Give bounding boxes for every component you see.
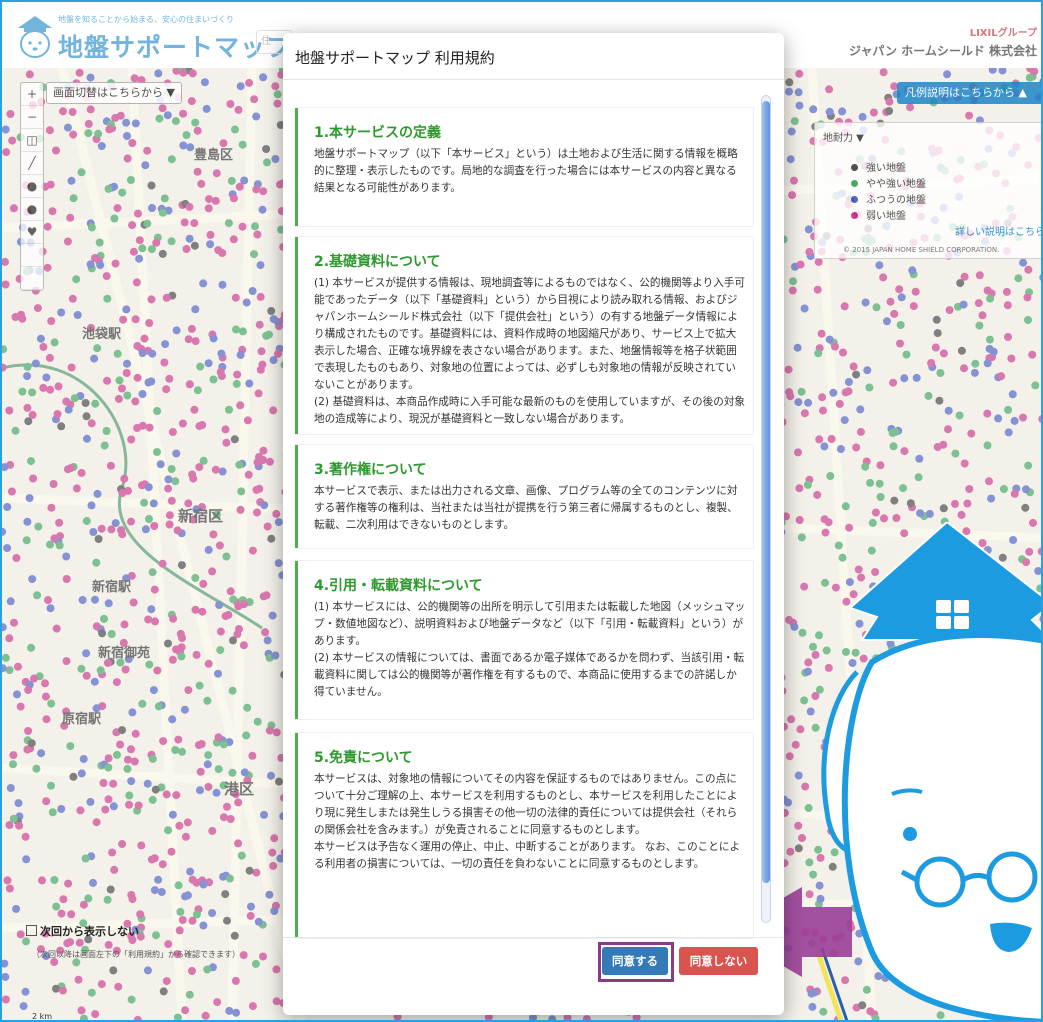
draw-line-icon[interactable]: ╱ — [21, 152, 43, 175]
section-heading: 3.著作権について — [314, 462, 427, 478]
section-body: (1) 本サービスには、公的機関等の出所を明示して引用または転載した地図（メッシ… — [314, 601, 746, 698]
section-heading: 4.引用・転載資料について — [314, 578, 483, 594]
map-scale: 2 km — [32, 1012, 53, 1021]
divider — [283, 937, 784, 938]
copyright: © 2015 JAPAN HOME SHIELD CORPORATION. — [843, 246, 1000, 254]
scrollbar-thumb[interactable] — [762, 101, 770, 883]
app-window: 池袋駅 新宿区 新宿駅 原宿駅 港区 豊島区 新宿御苑 + − ◫ ╱ ● ● … — [0, 0, 1043, 1022]
dont-show-again-checkbox[interactable]: 次回から表示しない — [26, 923, 139, 939]
terms-section: 5.免責について 本サービスは、対象地の情報についてその内容を保証するものではあ… — [295, 733, 753, 938]
trash-icon[interactable] — [21, 267, 43, 290]
terms-modal: 地盤サポートマップ 利用規約 1.本サービスの定義 地盤サポートマップ（以下「本… — [283, 33, 784, 1015]
map-switch-dropdown[interactable]: 画面切替はこちらから ▼ — [46, 82, 182, 104]
modal-title: 地盤サポートマップ 利用規約 — [295, 49, 495, 67]
legend-label: 強い地盤 — [866, 163, 906, 174]
agree-button[interactable]: 同意する — [602, 947, 668, 975]
zoom-out-button[interactable]: − — [21, 106, 43, 129]
marker-icon[interactable]: ● — [21, 198, 43, 221]
layer-icon[interactable]: ◫ — [21, 129, 43, 152]
edit-icon[interactable] — [21, 244, 43, 267]
legend-title[interactable]: 地耐力 ▼ — [823, 129, 864, 144]
section-heading: 1.本サービスの定義 — [314, 125, 442, 141]
section-body: 本サービスで表示、または出力される文章、画像、プログラム等の全てのコンテンツに対… — [314, 485, 738, 531]
location-icon[interactable]: ♥ — [21, 221, 43, 244]
legend-item: やや強い地盤 — [851, 175, 926, 190]
legend-label: やや強い地盤 — [866, 179, 926, 190]
dot-icon — [851, 212, 858, 219]
section-body: 本サービスは、対象地の情報についてその内容を保証するものではありません。この点に… — [314, 773, 741, 870]
map-toolbar: + − ◫ ╱ ● ● ♥ — [20, 82, 44, 291]
terms-scroll-area[interactable]: 1.本サービスの定義 地盤サポートマップ（以下「本サービス」という）は土地および… — [295, 93, 767, 955]
section-heading: 2.基礎資料について — [314, 254, 441, 270]
legend-more-link[interactable]: 詳しい説明はこちら — [955, 223, 1041, 238]
decline-button[interactable]: 同意しない — [679, 947, 758, 975]
terms-section: 3.著作権について 本サービスで表示、または出力される文章、画像、プログラム等の… — [295, 445, 753, 548]
zoom-in-button[interactable]: + — [21, 83, 43, 106]
section-body: 地盤サポートマップ（以下「本サービス」という）は土地および生活に関する情報を概略… — [314, 148, 738, 194]
legend-label: 弱い地盤 — [866, 211, 906, 222]
legend-toggle-button[interactable]: 凡例説明はこちらから ▲ — [897, 82, 1041, 104]
dot-icon — [851, 180, 858, 187]
divider — [283, 79, 784, 80]
terms-scrollbar[interactable] — [761, 95, 771, 923]
legend-panel: 地耐力 ▼ 強い地盤 やや強い地盤 ふつうの地盤 弱い地盤 詳しい説明はこちら … — [814, 122, 1041, 259]
section-heading: 5.免責について — [314, 750, 413, 766]
dot-icon — [851, 164, 858, 171]
legend-label: ふつうの地盤 — [866, 195, 926, 206]
section-body: (1) 本サービスが提供する情報は、現地調査等によるものではなく、公的機関等より… — [314, 277, 745, 425]
legend-item: ふつうの地盤 — [851, 191, 926, 206]
dot-icon — [851, 196, 858, 203]
terms-section: 4.引用・転載資料について (1) 本サービスには、公的機関等の出所を明示して引… — [295, 561, 753, 719]
dont-show-label: 次回から表示しない — [40, 925, 139, 938]
terms-section: 2.基礎資料について (1) 本サービスが提供する情報は、現地調査等によるもので… — [295, 237, 753, 434]
draw-point-icon[interactable]: ● — [21, 175, 43, 198]
legend-item: 強い地盤 — [851, 159, 906, 174]
dont-show-note: （次回以降は画面左下の「利用規約」から確認できます） — [32, 950, 240, 959]
terms-section: 1.本サービスの定義 地盤サポートマップ（以下「本サービス」という）は土地および… — [295, 108, 753, 226]
checkbox-icon[interactable] — [26, 925, 37, 936]
legend-item: 弱い地盤 — [851, 207, 906, 222]
